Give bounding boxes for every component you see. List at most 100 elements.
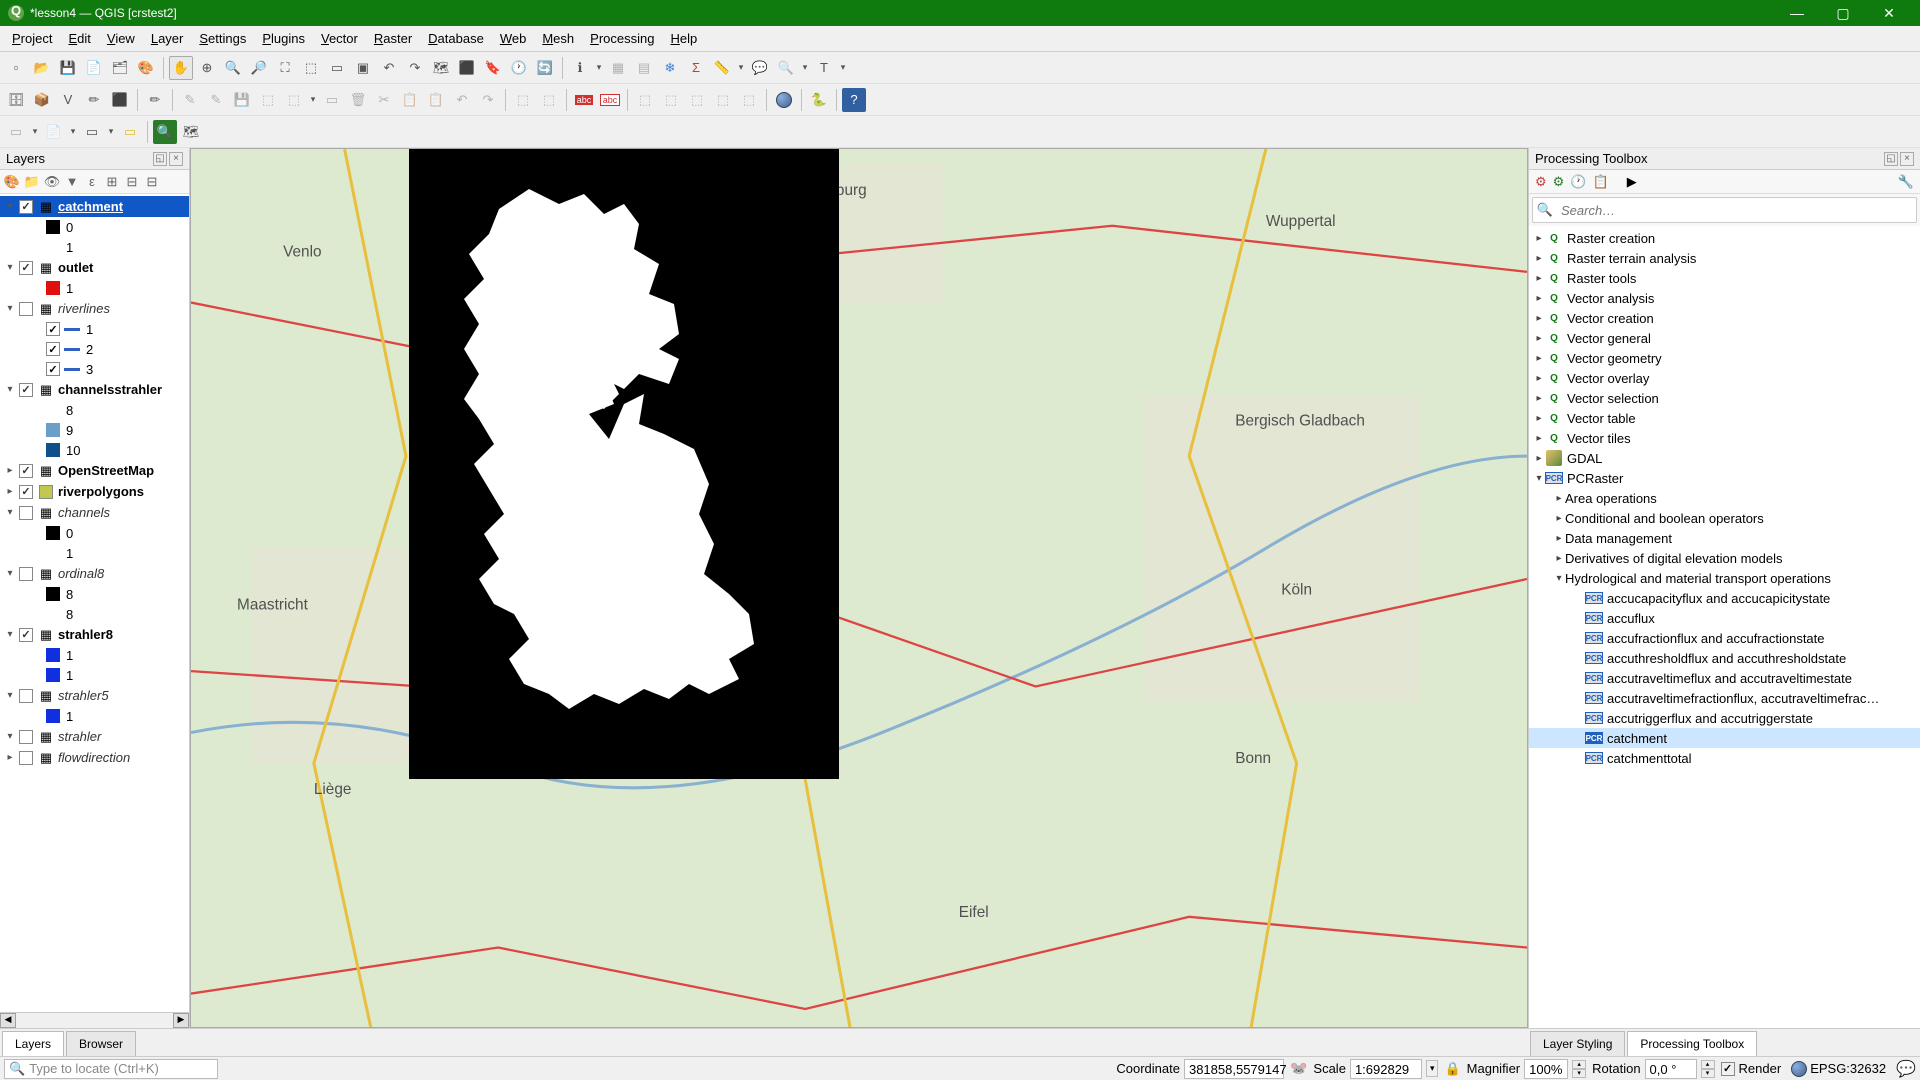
menu-settings[interactable]: Settings — [191, 27, 254, 50]
layer-openstreetmap[interactable]: ▸✓▦OpenStreetMap — [0, 460, 189, 481]
new-geopackage-icon[interactable]: 📦 — [30, 88, 54, 112]
save-edits-icon[interactable]: ✎ — [204, 88, 228, 112]
scale-dropdown[interactable]: ▾ — [1426, 1060, 1439, 1077]
expand-icon[interactable]: ▸ — [1533, 453, 1545, 464]
expand-icon[interactable]: ▾ — [1533, 473, 1545, 484]
layer-visibility-checkbox[interactable]: ✓ — [19, 485, 33, 499]
tab-layers[interactable]: Layers — [2, 1031, 64, 1056]
menu-help[interactable]: Help — [662, 27, 705, 50]
proc-group-vector-analysis[interactable]: ▸QVector analysis — [1529, 288, 1920, 308]
legend-item[interactable]: ✓3 — [0, 359, 189, 379]
style-manager-icon[interactable]: 🎨 — [134, 56, 158, 80]
menu-vector[interactable]: Vector — [313, 27, 366, 50]
layer-ordinal8[interactable]: ▾▦ordinal8 — [0, 563, 189, 584]
model-designer-icon[interactable]: ⚙ — [1535, 174, 1547, 190]
expand-icon[interactable]: ▾ — [4, 507, 16, 518]
legend-item[interactable]: 9 — [0, 420, 189, 440]
legend-item[interactable]: 8 — [0, 604, 189, 624]
tab-browser[interactable]: Browser — [66, 1031, 136, 1056]
layer-visibility-checkbox[interactable]: ✓ — [19, 383, 33, 397]
proc-algorithm[interactable]: PCRcatchmenttotal — [1529, 748, 1920, 768]
proc-group-raster-terrain-analysis[interactable]: ▸QRaster terrain analysis — [1529, 248, 1920, 268]
scale-value[interactable]: 1:692829 — [1350, 1059, 1422, 1079]
layer-style-icon[interactable]: 🎨 — [4, 174, 20, 190]
proc-subgroup[interactable]: ▸Data management — [1529, 528, 1920, 548]
proc-algorithm[interactable]: PCRaccutraveltimeflux and accutraveltime… — [1529, 668, 1920, 688]
expand-icon[interactable]: ▸ — [1553, 533, 1565, 544]
field-calc-icon[interactable]: ▤ — [632, 56, 656, 80]
magnifier-value[interactable]: 100% — [1524, 1059, 1568, 1079]
menu-web[interactable]: Web — [492, 27, 535, 50]
lock-scale-icon[interactable]: 🔒 — [1444, 1061, 1460, 1077]
edit-in-place-icon[interactable]: 📋 — [1593, 174, 1609, 190]
menu-plugins[interactable]: Plugins — [254, 27, 313, 50]
layer-riverlines[interactable]: ▾▦riverlines — [0, 298, 189, 319]
legend-item[interactable]: ✓2 — [0, 339, 189, 359]
legend-item[interactable]: 8 — [0, 400, 189, 420]
proc-algorithm[interactable]: PCRaccufractionflux and accufractionstat… — [1529, 628, 1920, 648]
close-button[interactable]: ✕ — [1866, 0, 1912, 26]
expand-icon[interactable]: ▸ — [1533, 373, 1545, 384]
expand-icon[interactable]: ▸ — [1553, 513, 1565, 524]
zoom-selection-icon[interactable]: ⬚ — [299, 56, 323, 80]
layer-riverpolygons[interactable]: ▸✓riverpolygons — [0, 481, 189, 502]
expand-icon[interactable]: ▸ — [1533, 353, 1545, 364]
proc-group-vector-geometry[interactable]: ▸QVector geometry — [1529, 348, 1920, 368]
filter-by-expr-icon[interactable]: ε — [84, 174, 100, 190]
layer-strahler5[interactable]: ▾▦strahler5 — [0, 685, 189, 706]
tab-processing-toolbox[interactable]: Processing Toolbox — [1627, 1031, 1757, 1056]
redo-icon[interactable]: ↶ — [450, 88, 474, 112]
identify-dropdown[interactable]: ▾ — [594, 62, 604, 73]
proc-group-vector-tiles[interactable]: ▸QVector tiles — [1529, 428, 1920, 448]
expand-icon[interactable]: ▾ — [4, 303, 16, 314]
menu-layer[interactable]: Layer — [143, 27, 192, 50]
layer-visibility-checkbox[interactable] — [19, 302, 33, 316]
legend-item[interactable]: 1 — [0, 645, 189, 665]
toolbox-search[interactable]: 🔍 — [1532, 197, 1917, 223]
legend-item[interactable]: 1 — [0, 543, 189, 563]
wrench-icon[interactable]: 🔧 — [1898, 174, 1914, 190]
legend-item[interactable]: 0 — [0, 523, 189, 543]
toggle-editing-icon[interactable]: ✏ — [143, 88, 167, 112]
coordinate-value[interactable]: 381858,5579147 — [1184, 1059, 1284, 1079]
new-bookmark-icon[interactable]: 🔖 — [481, 56, 505, 80]
layers-tree[interactable]: ▾✓▦catchment01▾✓▦outlet1▾▦riverlines✓1✓2… — [0, 194, 189, 1012]
proc-group-vector-creation[interactable]: ▸QVector creation — [1529, 308, 1920, 328]
proc-algorithm[interactable]: PCRaccutriggerflux and accutriggerstate — [1529, 708, 1920, 728]
select-all-icon[interactable]: ▭ — [118, 120, 142, 144]
layer-visibility-checkbox[interactable] — [19, 730, 33, 744]
expand-icon[interactable]: ▸ — [1533, 433, 1545, 444]
locator-input[interactable]: 🔍 Type to locate (Ctrl+K) — [4, 1059, 218, 1079]
filter-legend-icon[interactable]: ▼ — [64, 174, 80, 190]
legend-item[interactable]: 1 — [0, 278, 189, 298]
expand-all-icon[interactable]: ⊞ — [104, 174, 120, 190]
data-source-manager-icon[interactable]: 🗄 — [4, 88, 28, 112]
expand-icon[interactable]: ▸ — [1533, 313, 1545, 324]
osm-place-search-icon[interactable]: 🔍 — [153, 120, 177, 144]
expand-icon[interactable]: ▾ — [4, 690, 16, 701]
new-map-view-icon[interactable]: 🗺 — [429, 56, 453, 80]
proc-algorithm[interactable]: PCRaccuthresholdflux and accuthresholdst… — [1529, 648, 1920, 668]
new-spatialite-icon[interactable]: ✏ — [82, 88, 106, 112]
deselect-all-icon[interactable]: ▭ — [80, 120, 104, 144]
select-value-icon[interactable]: 📄 — [42, 120, 66, 144]
history-icon[interactable]: ⚙ — [1553, 174, 1565, 190]
legend-item[interactable]: 10 — [0, 440, 189, 460]
expand-icon[interactable]: ▾ — [4, 629, 16, 640]
expand-icon[interactable]: ▾ — [4, 201, 16, 212]
legend-item[interactable]: 0 — [0, 217, 189, 237]
undo-icon[interactable]: 📋 — [424, 88, 448, 112]
hscroll-left[interactable]: ◀ — [0, 1013, 16, 1028]
proc-group-pcraster[interactable]: ▾PCRPCRaster — [1529, 468, 1920, 488]
proc-group-vector-table[interactable]: ▸QVector table — [1529, 408, 1920, 428]
layer-strahler8[interactable]: ▾✓▦strahler8 — [0, 624, 189, 645]
expand-icon[interactable]: ▸ — [1533, 253, 1545, 264]
paste-features-icon[interactable]: 📋 — [398, 88, 422, 112]
proc-subgroup[interactable]: ▸Conditional and boolean operators — [1529, 508, 1920, 528]
toolbox-close-icon[interactable]: × — [1900, 152, 1914, 166]
new-3d-view-icon[interactable]: ⬛ — [455, 56, 479, 80]
current-edits-icon[interactable]: ✎ — [178, 88, 202, 112]
legend-item[interactable]: 8 — [0, 584, 189, 604]
node-dropdown[interactable]: ▾ — [308, 94, 318, 105]
processing-tree[interactable]: ▸QRaster creation▸QRaster terrain analys… — [1529, 226, 1920, 1028]
